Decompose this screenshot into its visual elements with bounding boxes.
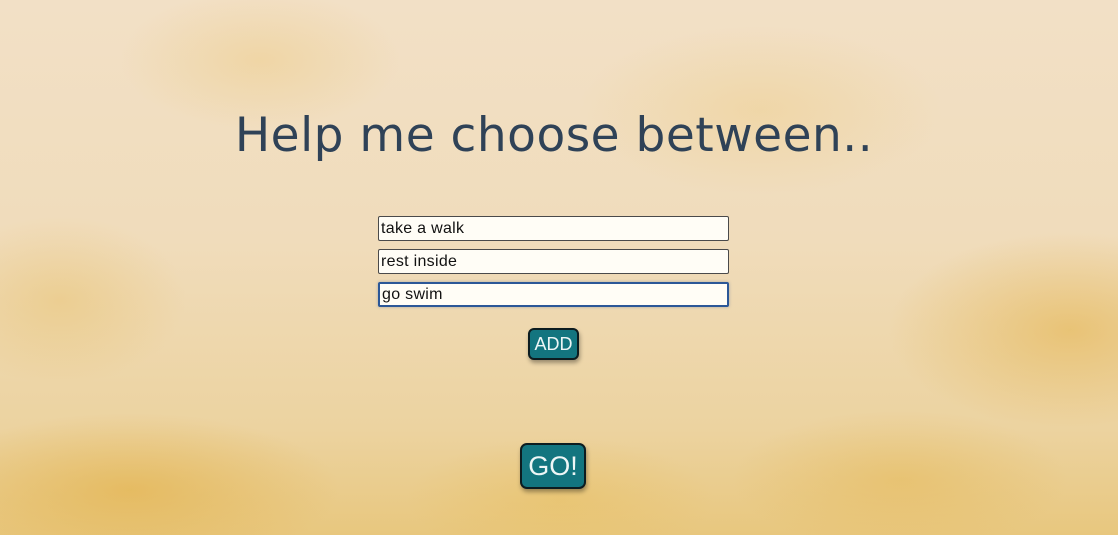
page-title: Help me choose between.. (234, 108, 874, 163)
choice-input-2[interactable] (378, 249, 729, 274)
choice-input-1[interactable] (378, 216, 729, 241)
go-button[interactable]: GO! (520, 443, 586, 489)
choice-helper-page: Help me choose between.. ADD GO! (0, 0, 1118, 535)
choice-input-3[interactable] (378, 282, 729, 307)
add-button[interactable]: ADD (528, 328, 579, 360)
